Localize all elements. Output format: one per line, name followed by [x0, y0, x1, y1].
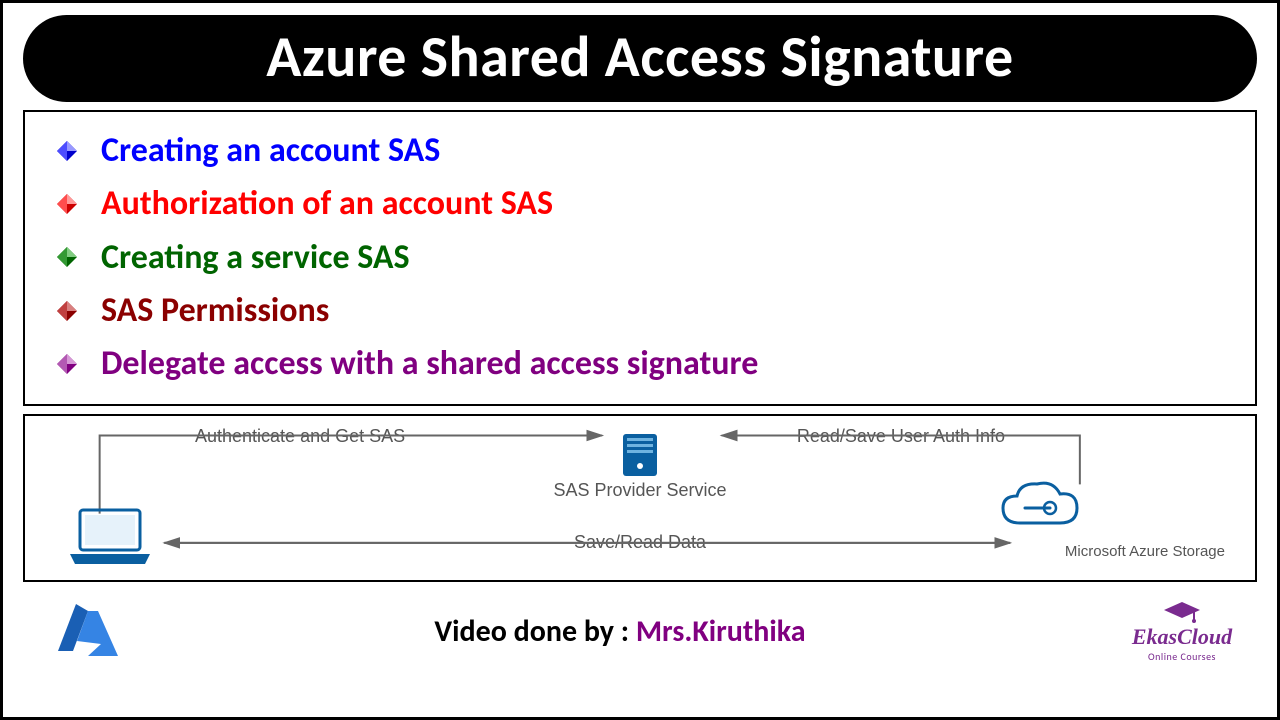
credit-prefix: Video done by : [434, 613, 635, 650]
diamond-icon [55, 139, 79, 163]
sas-diagram: Authenticate and Get SAS SAS Provider Se… [23, 414, 1257, 582]
video-credit: Video done by : Mrs.Kiruthika [123, 613, 1117, 650]
laptop-icon [65, 506, 155, 566]
azure-logo-icon [53, 596, 123, 666]
topic-text: Creating an account SAS [101, 126, 440, 175]
logo-brand-text: EkasCloud [1132, 624, 1232, 650]
topic-text: Delegate access with a shared access sig… [101, 339, 758, 388]
list-item: Creating a service SAS [45, 233, 1235, 282]
credit-author: Mrs.Kiruthika [636, 613, 806, 650]
graduation-cap-icon [1162, 600, 1202, 624]
topic-text: Authorization of an account SAS [101, 179, 553, 228]
list-item: Authorization of an account SAS [45, 179, 1235, 228]
page-title: Azure Shared Access Signature [63, 21, 1217, 92]
list-item: Creating an account SAS [45, 126, 1235, 175]
cloud-icon [995, 478, 1085, 538]
title-banner: Azure Shared Access Signature [23, 15, 1257, 102]
topic-text: SAS Permissions [101, 286, 329, 335]
list-item: SAS Permissions [45, 286, 1235, 335]
topic-text: Creating a service SAS [101, 233, 410, 282]
server-icon [615, 430, 665, 480]
diamond-icon [55, 245, 79, 269]
diamond-icon [55, 352, 79, 376]
footer: Video done by : Mrs.Kiruthika EkasCloud … [3, 588, 1277, 674]
diamond-icon [55, 192, 79, 216]
list-item: Delegate access with a shared access sig… [45, 339, 1235, 388]
diamond-icon [55, 299, 79, 323]
topics-list: Creating an account SAS Authorization of… [23, 110, 1257, 406]
logo-tag-text: Online Courses [1148, 650, 1216, 663]
ekascloud-logo: EkasCloud Online Courses [1117, 600, 1247, 663]
